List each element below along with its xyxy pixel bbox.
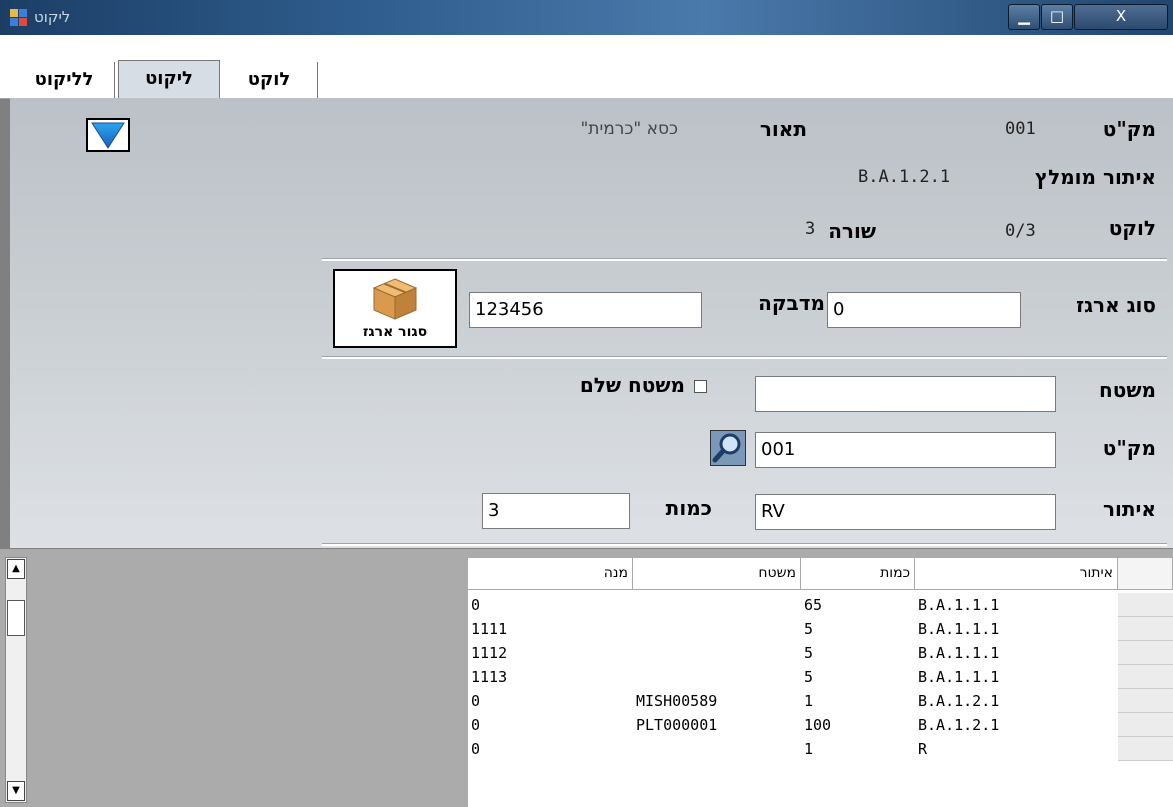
scroll-down-arrow[interactable]: ▼ bbox=[7, 781, 25, 801]
cell-location: R bbox=[918, 740, 928, 758]
cell-lot: 1111 bbox=[471, 620, 508, 638]
full-pallet-checkbox[interactable] bbox=[694, 380, 707, 393]
row-header-corner bbox=[1118, 558, 1173, 590]
collected-value: 0/3 bbox=[1005, 221, 1036, 241]
row-header[interactable] bbox=[1118, 737, 1173, 761]
cell-location: B.A.1.2.1 bbox=[918, 692, 1000, 710]
full-pallet-label: משטח שלם bbox=[579, 373, 685, 397]
table-row[interactable]: B.A.1.1.1 5 1111 bbox=[468, 617, 1173, 641]
box-type-label: סוג ארגז bbox=[1076, 293, 1156, 317]
location-label: איתור bbox=[1102, 497, 1156, 521]
cell-lot: 0 bbox=[471, 716, 481, 734]
description-value: "כסא "כרמית bbox=[580, 119, 678, 139]
row-header[interactable] bbox=[1118, 689, 1173, 713]
cell-quantity: 1 bbox=[804, 692, 814, 710]
cell-pallet: PLT000001 bbox=[636, 716, 718, 734]
cell-lot: 0 bbox=[471, 692, 481, 710]
close-box-label: סגור ארגז bbox=[362, 324, 428, 340]
cell-location: B.A.1.1.1 bbox=[918, 596, 1000, 614]
item-input[interactable]: 001 bbox=[755, 432, 1056, 468]
tab-to-picking[interactable]: לליקוט bbox=[14, 62, 115, 98]
close-box-button[interactable]: סגור ארגז bbox=[333, 269, 457, 348]
title-bar: ליקוט ▁ □ X bbox=[0, 0, 1173, 35]
cardboard-box-icon bbox=[372, 278, 418, 320]
recommended-location-label: איתור מומלץ bbox=[1034, 165, 1156, 189]
scroll-up-arrow[interactable]: ▲ bbox=[7, 559, 25, 579]
table-row[interactable]: B.A.1.2.1 1 MISH00589 0 bbox=[468, 689, 1173, 713]
scroll-thumb[interactable] bbox=[7, 600, 25, 636]
quantity-label: כמות bbox=[665, 496, 712, 520]
box-type-input[interactable]: 0 bbox=[827, 292, 1021, 328]
description-label: תאור bbox=[759, 117, 807, 141]
pallet-label: משטח bbox=[1099, 378, 1156, 402]
pallet-input[interactable] bbox=[755, 376, 1056, 412]
column-header-quantity[interactable]: כמות bbox=[801, 558, 915, 590]
row-header[interactable] bbox=[1118, 593, 1173, 617]
cell-quantity: 65 bbox=[804, 596, 823, 614]
cell-location: B.A.1.2.1 bbox=[918, 716, 1000, 734]
cell-location: B.A.1.1.1 bbox=[918, 644, 1000, 662]
tab-picked[interactable]: לוקט bbox=[221, 62, 318, 98]
table-row[interactable]: B.A.1.1.1 5 1113 bbox=[468, 665, 1173, 689]
row-header[interactable] bbox=[1118, 617, 1173, 641]
sticker-input[interactable]: 123456 bbox=[469, 292, 702, 328]
table-row[interactable]: B.A.1.1.1 65 0 bbox=[468, 593, 1173, 617]
cell-pallet bbox=[633, 593, 801, 617]
item-value: 001 bbox=[1005, 119, 1036, 139]
cell-lot: 0 bbox=[471, 740, 481, 758]
cell-pallet: MISH00589 bbox=[636, 692, 718, 710]
sticker-label: מדבקה bbox=[758, 291, 825, 315]
cell-quantity: 5 bbox=[804, 620, 814, 638]
table-row[interactable]: B.A.1.1.1 5 1112 bbox=[468, 641, 1173, 665]
quantity-input[interactable]: 3 bbox=[482, 493, 630, 529]
cell-lot: 1113 bbox=[471, 668, 508, 686]
item-input-label: מק"ט bbox=[1102, 436, 1156, 460]
dropdown-button[interactable] bbox=[86, 118, 130, 152]
search-button[interactable] bbox=[710, 430, 746, 466]
separator bbox=[322, 356, 1167, 359]
triangle-down-icon bbox=[91, 122, 125, 149]
close-button[interactable]: X bbox=[1074, 4, 1168, 30]
separator bbox=[322, 543, 1167, 546]
cell-location: B.A.1.1.1 bbox=[918, 620, 1000, 638]
magnifier-icon bbox=[712, 433, 741, 463]
table-row[interactable]: R 1 0 bbox=[468, 737, 1173, 761]
cell-pallet bbox=[633, 665, 801, 689]
window-title: ליקוט bbox=[34, 8, 71, 26]
row-header[interactable] bbox=[1118, 665, 1173, 689]
row-header[interactable] bbox=[1118, 641, 1173, 665]
row-value: 3 bbox=[805, 219, 816, 239]
cell-pallet bbox=[633, 737, 801, 761]
recommended-location-value: B.A.1.2.1 bbox=[858, 167, 951, 187]
window-controls: ▁ □ X bbox=[1008, 4, 1168, 30]
window-app-icon bbox=[10, 9, 28, 27]
cell-quantity: 100 bbox=[804, 716, 832, 734]
row-header[interactable] bbox=[1118, 713, 1173, 737]
column-header-lot[interactable]: מנה bbox=[468, 558, 633, 590]
cell-quantity: 5 bbox=[804, 644, 814, 662]
tab-picking[interactable]: ליקוט bbox=[118, 60, 220, 99]
cell-lot: 0 bbox=[471, 596, 481, 614]
row-label: שורה bbox=[828, 219, 876, 243]
cell-lot: 1112 bbox=[471, 644, 508, 662]
cell-quantity: 5 bbox=[804, 668, 814, 686]
vertical-scrollbar[interactable]: ▲ ▼ bbox=[5, 557, 27, 803]
item-label: מק"ט bbox=[1102, 117, 1156, 141]
table-row[interactable]: B.A.1.2.1 100 PLT000001 0 bbox=[468, 713, 1173, 737]
collected-label: לוקט bbox=[1108, 216, 1156, 240]
separator bbox=[322, 258, 1167, 261]
column-header-location[interactable]: איתור bbox=[915, 558, 1118, 590]
location-input[interactable]: RV bbox=[755, 494, 1056, 530]
minimize-button[interactable]: ▁ bbox=[1008, 4, 1040, 30]
picking-window: ליקוט ▁ □ X לליקוט ליקוט לוקט מק"ט 001 ת… bbox=[0, 0, 1173, 807]
cell-pallet bbox=[633, 641, 801, 665]
locations-table: איתור כמות משטח מנה B.A.1.1.1 65 0 B.A.1… bbox=[468, 558, 1173, 807]
maximize-button[interactable]: □ bbox=[1041, 4, 1073, 30]
cell-location: B.A.1.1.1 bbox=[918, 668, 1000, 686]
cell-quantity: 1 bbox=[804, 740, 814, 758]
cell-pallet bbox=[633, 617, 801, 641]
column-header-pallet[interactable]: משטח bbox=[633, 558, 801, 590]
